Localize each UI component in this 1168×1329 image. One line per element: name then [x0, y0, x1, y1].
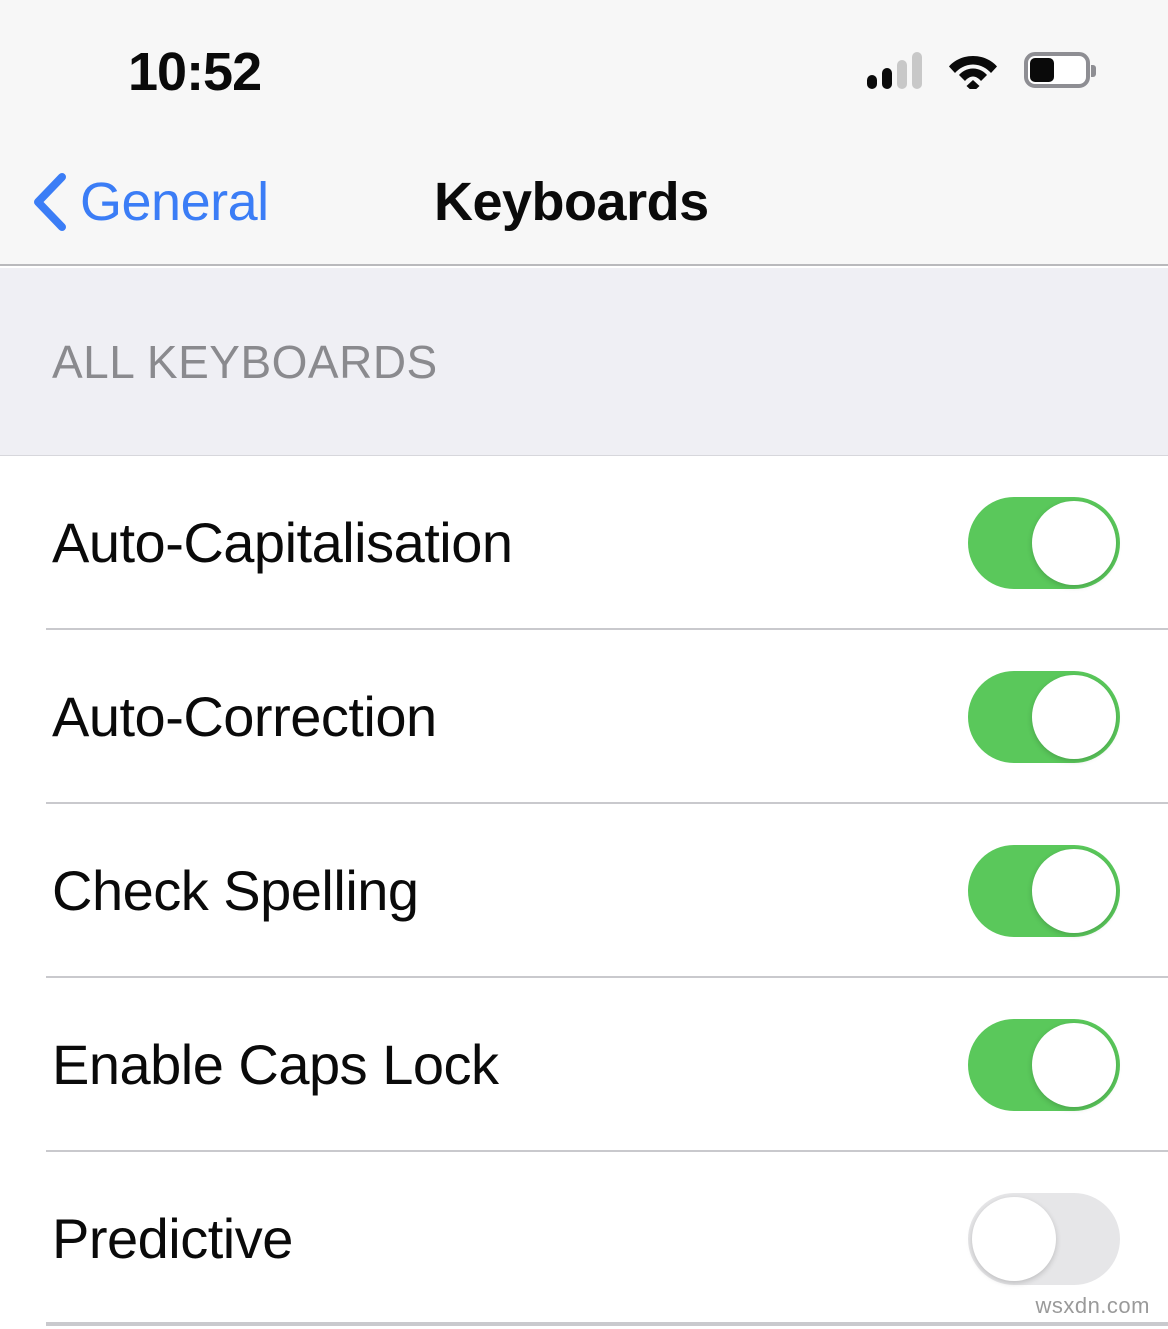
iphone-settings-screen: 10:52 General Keyboards ALL KEYBOARDS Au… — [0, 0, 1168, 1329]
setting-label: Predictive — [52, 1207, 293, 1270]
setting-label: Auto-Correction — [52, 685, 437, 748]
toggle-knob — [972, 1197, 1056, 1281]
setting-label: Enable Caps Lock — [52, 1033, 499, 1096]
chevron-left-icon — [34, 173, 66, 231]
battery-icon — [1024, 52, 1096, 88]
back-button-label: General — [80, 172, 269, 232]
navigation-bar: General Keyboards — [0, 140, 1168, 266]
settings-list: Auto-Capitalisation Auto-Correction Chec… — [0, 456, 1168, 1326]
signal-bars-icon — [867, 51, 922, 89]
enable-caps-lock-toggle[interactable] — [968, 1019, 1120, 1111]
setting-row-enable-caps-lock[interactable]: Enable Caps Lock — [0, 978, 1168, 1152]
page-title: Keyboards — [434, 172, 709, 232]
setting-label: Auto-Capitalisation — [52, 511, 513, 574]
section-header: ALL KEYBOARDS — [0, 268, 1168, 456]
setting-label: Check Spelling — [52, 859, 419, 922]
setting-row-auto-capitalisation[interactable]: Auto-Capitalisation — [0, 456, 1168, 630]
setting-row-check-spelling[interactable]: Check Spelling — [0, 804, 1168, 978]
status-bar-clock: 10:52 — [128, 42, 262, 102]
toggle-knob — [1032, 1023, 1116, 1107]
auto-capitalisation-toggle[interactable] — [968, 497, 1120, 589]
status-bar-indicators — [867, 51, 1096, 89]
bottom-separator — [46, 1322, 1168, 1324]
setting-row-predictive[interactable]: Predictive — [0, 1152, 1168, 1326]
auto-correction-toggle[interactable] — [968, 671, 1120, 763]
toggle-knob — [1032, 849, 1116, 933]
watermark: wsxdn.com — [1035, 1293, 1150, 1318]
wifi-icon — [949, 56, 997, 89]
toggle-knob — [1032, 675, 1116, 759]
section-header-label: ALL KEYBOARDS — [52, 335, 438, 388]
status-bar: 10:52 — [0, 0, 1168, 140]
toggle-knob — [1032, 501, 1116, 585]
check-spelling-toggle[interactable] — [968, 845, 1120, 937]
back-button[interactable]: General — [32, 173, 269, 231]
predictive-toggle[interactable] — [968, 1193, 1120, 1285]
setting-row-auto-correction[interactable]: Auto-Correction — [0, 630, 1168, 804]
